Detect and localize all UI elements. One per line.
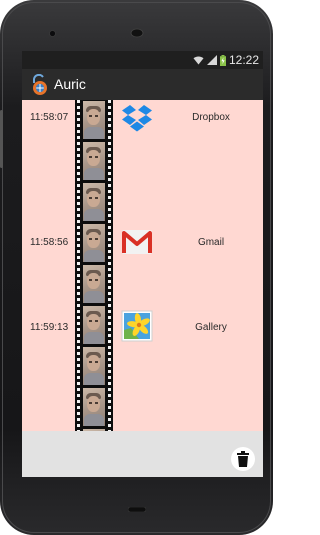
filmstrip-frame [83,142,105,180]
frame-shirt [84,168,104,180]
frame-shirt [84,291,104,303]
front-camera-icon [49,30,56,37]
filmstrip-frame [83,265,105,303]
frame-shirt [84,209,104,221]
frame-eyes [89,361,98,363]
filmstrip-frame [83,224,105,262]
frame-eyes [89,320,98,322]
frame-eyes [89,279,98,281]
frame-eyes [89,402,98,404]
frame-shirt [84,332,104,344]
frame-eyes [89,115,98,117]
battery-charging-icon [219,54,226,66]
frame-face [87,150,100,166]
phone-device: 12:22 Auric 11:58:07 Dropbox 11:58:56 Gm… [0,0,273,535]
clear-log-button[interactable] [231,447,255,471]
frame-eyes [89,156,98,158]
filmstrip-frame [83,101,105,139]
frame-shirt [84,127,104,139]
log-app-name: Gallery [195,322,227,333]
event-log-list[interactable]: 11:58:07 Dropbox 11:58:56 Gmail 11:59:13… [22,100,263,431]
phone-screen: 12:22 Auric 11:58:07 Dropbox 11:58:56 Gm… [22,51,263,477]
wifi-icon [193,56,204,65]
status-icons: 12:22 [193,53,259,67]
filmstrip-frame [83,306,105,344]
log-time: 11:59:13 [30,322,69,333]
frame-shirt [84,373,104,385]
bottom-bar [22,431,263,477]
frame-face [87,355,100,371]
trash-icon [237,451,249,467]
frame-eyes [89,238,98,240]
earpiece-speaker-icon [130,28,144,38]
filmstrip-frame [83,183,105,221]
auric-app-icon [33,74,47,95]
frame-eyes [89,197,98,199]
frame-shirt [84,414,104,426]
dropbox-icon [122,105,152,132]
frame-face [87,314,100,330]
status-bar: 12:22 [22,51,263,69]
log-time: 11:58:07 [30,112,69,123]
frame-face [87,109,100,125]
frame-face [87,191,100,207]
app-title: Auric [54,76,86,92]
log-app-name: Gmail [197,237,225,248]
frame-face [87,232,100,248]
filmstrip-frame [83,347,105,385]
gmail-icon [122,230,152,254]
frame-face [87,273,100,289]
action-bar: Auric [22,69,263,100]
filmstrip-frame [83,388,105,426]
film-perforations-right [108,100,111,431]
gallery-icon [121,310,153,342]
film-perforations-left [77,100,80,431]
status-time: 12:22 [228,53,259,67]
side-button [0,110,3,168]
signal-icon [206,55,217,65]
filmstrip [75,100,113,431]
frame-shirt [84,250,104,262]
log-app-name: Dropbox [192,112,230,123]
bottom-speaker-icon [128,507,146,512]
log-time: 11:58:56 [30,237,69,248]
frame-face [87,396,100,412]
